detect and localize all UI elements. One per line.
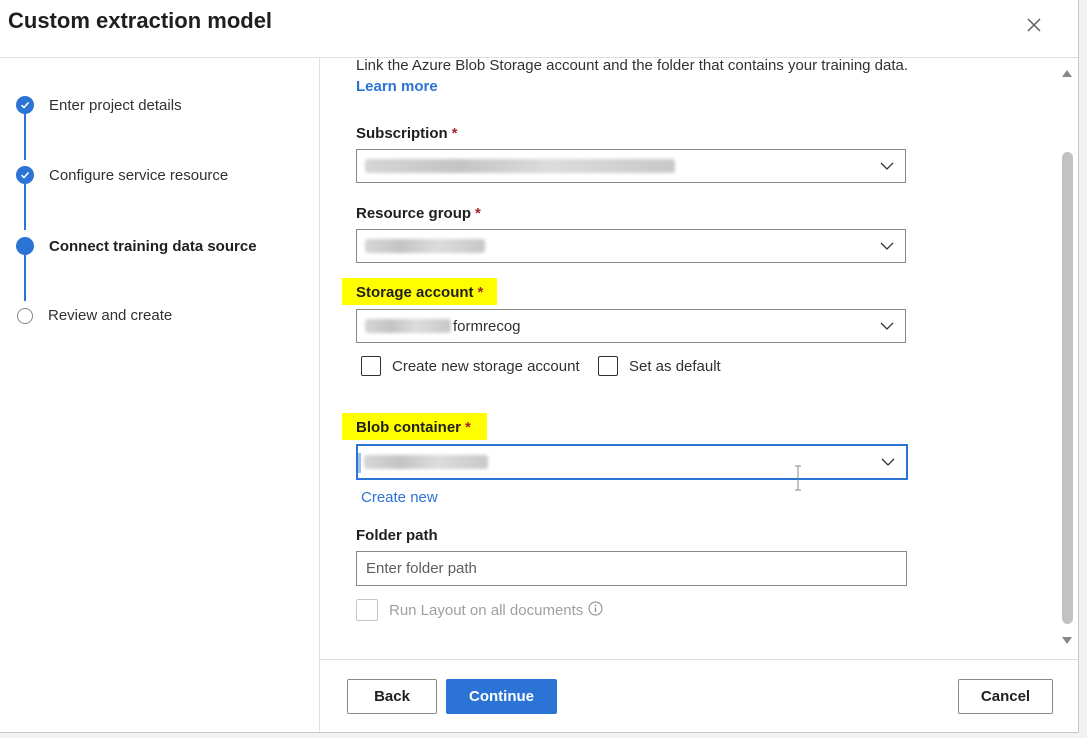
chevron-down-icon <box>880 162 894 170</box>
blob-container-highlight: Blob container * <box>342 413 487 440</box>
footer-divider <box>320 659 1078 660</box>
checkbox-box[interactable] <box>598 356 618 376</box>
checkbox-label: Run Layout on all documents <box>389 601 584 619</box>
subscription-label-text: Subscription <box>356 125 448 142</box>
close-icon <box>1027 18 1041 32</box>
step-enter-project-details[interactable]: Enter project details <box>16 96 182 114</box>
chevron-down-icon <box>880 242 894 250</box>
storage-account-highlight: Storage account * <box>342 278 498 305</box>
checkmark-icon <box>16 96 34 114</box>
step-connect-training-data-source[interactable]: Connect training data source <box>16 237 257 255</box>
redacted-value <box>365 159 675 173</box>
step-connector <box>24 184 26 230</box>
intro-text: Link the Azure Blob Storage account and … <box>356 55 916 97</box>
subscription-label: Subscription * <box>356 125 458 142</box>
ibeam-cursor-icon <box>795 465 801 491</box>
create-new-storage-account-checkbox[interactable]: Create new storage account <box>361 356 580 376</box>
steps-panel-divider <box>319 58 320 732</box>
create-new-container-link[interactable]: Create new <box>361 489 438 506</box>
storage-account-label-text: Storage account <box>356 284 474 301</box>
custom-extraction-model-dialog: Custom extraction model Enter project de… <box>0 0 1079 733</box>
checkbox-box[interactable] <box>361 356 381 376</box>
step-connector <box>24 114 26 160</box>
step-review-and-create[interactable]: Review and create <box>16 307 172 324</box>
blob-container-label: Blob container * <box>342 413 487 440</box>
checkmark-icon <box>16 166 34 184</box>
storage-account-label: Storage account * <box>342 278 498 305</box>
redacted-value <box>364 455 488 469</box>
pending-step-circle-icon <box>17 307 33 324</box>
storage-account-dropdown[interactable]: formrecog <box>356 309 906 343</box>
resource-group-dropdown[interactable] <box>356 229 906 263</box>
resource-group-label-text: Resource group <box>356 205 472 222</box>
required-asterisk: * <box>477 284 484 301</box>
continue-button[interactable]: Continue <box>446 679 557 714</box>
scrollbar-thumb[interactable] <box>1062 152 1073 624</box>
background-page-edge <box>1078 0 1087 738</box>
step-label: Review and create <box>48 307 173 324</box>
required-asterisk: * <box>451 125 458 142</box>
required-asterisk: * <box>465 419 471 436</box>
info-icon[interactable] <box>588 601 603 616</box>
step-label: Configure service resource <box>49 166 229 184</box>
blob-container-label-text: Blob container <box>356 419 462 436</box>
set-as-default-checkbox[interactable]: Set as default <box>598 356 721 376</box>
scroll-up-arrow-icon[interactable] <box>1061 68 1073 78</box>
required-asterisk: * <box>475 205 481 222</box>
step-connector <box>24 255 26 301</box>
checkbox-label: Set as default <box>629 357 721 375</box>
blob-container-dropdown[interactable] <box>356 444 908 480</box>
text-caret <box>358 453 361 473</box>
step-label: Enter project details <box>49 96 182 114</box>
chevron-down-icon <box>881 458 895 466</box>
resource-group-label: Resource group * <box>356 205 481 222</box>
cancel-button[interactable]: Cancel <box>958 679 1053 714</box>
checkbox-label: Create new storage account <box>392 357 580 375</box>
redacted-value <box>365 239 485 253</box>
subscription-dropdown[interactable] <box>356 149 906 183</box>
folder-path-input[interactable] <box>356 551 907 586</box>
close-button[interactable] <box>1020 11 1048 39</box>
chevron-down-icon <box>880 322 894 330</box>
current-step-dot-icon <box>16 237 34 255</box>
run-layout-checkbox[interactable]: Run Layout on all documents <box>356 599 603 621</box>
step-label: Connect training data source <box>49 237 257 255</box>
folder-path-label: Folder path <box>356 527 438 544</box>
storage-account-value: formrecog <box>453 318 521 335</box>
scroll-down-arrow-icon[interactable] <box>1061 636 1073 646</box>
checkbox-box[interactable] <box>356 599 378 621</box>
intro-description: Link the Azure Blob Storage account and … <box>356 57 909 74</box>
back-button[interactable]: Back <box>347 679 437 714</box>
learn-more-link[interactable]: Learn more <box>356 78 438 95</box>
step-configure-service-resource[interactable]: Configure service resource <box>16 166 228 184</box>
dialog-title: Custom extraction model <box>8 8 273 33</box>
redacted-value <box>365 319 451 333</box>
